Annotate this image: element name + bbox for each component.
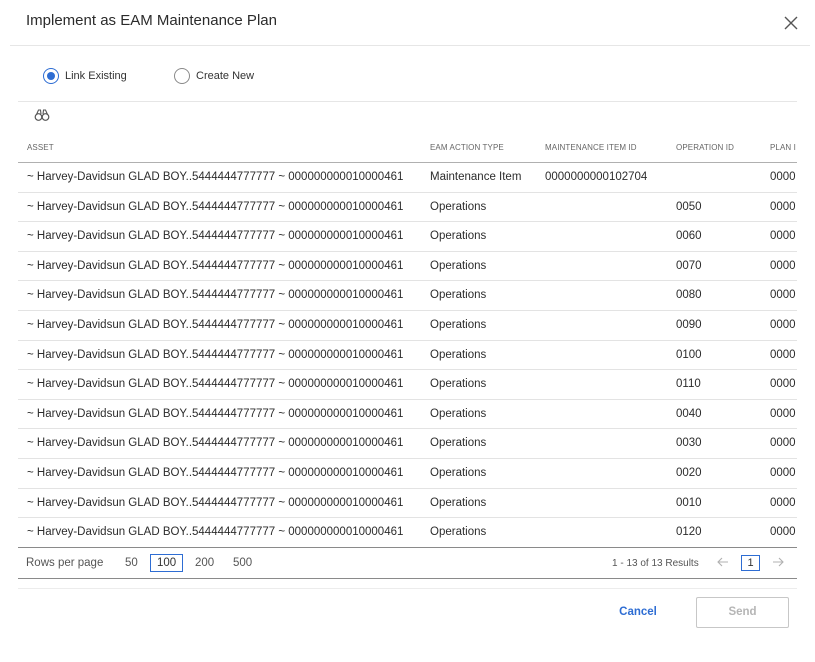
binoculars-icon[interactable]	[34, 108, 50, 122]
column-header-plan[interactable]: PLAN I	[770, 143, 796, 152]
results-count: 1 - 13 of 13 Results	[612, 558, 699, 569]
column-header-operation-id[interactable]: OPERATION ID	[676, 143, 734, 152]
table-row[interactable]: ~ Harvey-Davidsun GLAD BOY..544444477777…	[18, 459, 797, 489]
column-header-asset[interactable]: ASSET	[27, 143, 54, 152]
send-button[interactable]: Send	[696, 597, 789, 628]
cell-plan: 0000	[770, 496, 796, 509]
cell-plan: 0000	[770, 259, 796, 272]
cell-asset: ~ Harvey-Davidsun GLAD BOY..544444477777…	[27, 466, 404, 479]
cell-plan: 0000	[770, 348, 796, 361]
dialog-title: Implement as EAM Maintenance Plan	[26, 12, 277, 29]
table-row[interactable]: ~ Harvey-Davidsun GLAD BOY..544444477777…	[18, 400, 797, 430]
cell-action-type: Operations	[430, 318, 487, 331]
cell-plan: 0000	[770, 230, 796, 243]
implement-dialog: Implement as EAM Maintenance Plan Link E…	[0, 0, 815, 662]
table-row[interactable]: ~ Harvey-Davidsun GLAD BOY..544444477777…	[18, 193, 797, 223]
cell-plan: 0000	[770, 466, 796, 479]
table-row[interactable]: ~ Harvey-Davidsun GLAD BOY..544444477777…	[18, 252, 797, 282]
arrow-left-icon[interactable]	[716, 555, 730, 569]
current-page-box[interactable]: 1	[741, 555, 760, 571]
cell-maintenance-item-id: 0000000000102704	[545, 171, 648, 183]
cell-asset: ~ Harvey-Davidsun GLAD BOY..544444477777…	[27, 171, 404, 183]
table-header: ASSET EAM ACTION TYPE MAINTENANCE ITEM I…	[18, 134, 797, 163]
cell-action-type: Operations	[430, 378, 487, 391]
cell-action-type: Operations	[430, 230, 487, 243]
cell-asset: ~ Harvey-Davidsun GLAD BOY..544444477777…	[27, 259, 404, 272]
table-row[interactable]: ~ Harvey-Davidsun GLAD BOY..544444477777…	[18, 341, 797, 371]
cell-asset: ~ Harvey-Davidsun GLAD BOY..544444477777…	[27, 407, 404, 420]
cell-asset: ~ Harvey-Davidsun GLAD BOY..544444477777…	[27, 348, 404, 361]
cell-asset: ~ Harvey-Davidsun GLAD BOY..544444477777…	[27, 230, 404, 243]
cell-asset: ~ Harvey-Davidsun GLAD BOY..544444477777…	[27, 378, 404, 391]
cell-operation-id: 0030	[676, 437, 702, 450]
mode-radio-group: Link Existing Create New	[18, 46, 797, 102]
close-icon[interactable]	[782, 14, 800, 32]
radio-circle-checked[interactable]	[43, 68, 59, 84]
cell-plan: 0000	[770, 289, 796, 302]
table-row[interactable]: ~ Harvey-Davidsun GLAD BOY..544444477777…	[18, 370, 797, 400]
cell-action-type: Operations	[430, 289, 487, 302]
arrow-right-icon[interactable]	[771, 555, 785, 569]
cell-operation-id: 0120	[676, 526, 702, 539]
cell-asset: ~ Harvey-Davidsun GLAD BOY..544444477777…	[27, 496, 404, 509]
radio-circle[interactable]	[174, 68, 190, 84]
cell-operation-id: 0010	[676, 496, 702, 509]
column-header-maintenance-item-id[interactable]: MAINTENANCE ITEM ID	[545, 143, 637, 152]
page-size-500[interactable]: 500	[233, 557, 252, 569]
link-existing-radio[interactable]: Link Existing	[43, 66, 127, 86]
cell-asset: ~ Harvey-Davidsun GLAD BOY..544444477777…	[27, 200, 404, 213]
cell-asset: ~ Harvey-Davidsun GLAD BOY..544444477777…	[27, 289, 404, 302]
cell-plan: 0000	[770, 318, 796, 331]
cell-action-type: Operations	[430, 407, 487, 420]
column-header-eam-action-type[interactable]: EAM ACTION TYPE	[430, 143, 504, 152]
table-row[interactable]: ~ Harvey-Davidsun GLAD BOY..544444477777…	[18, 311, 797, 341]
cell-operation-id: 0090	[676, 318, 702, 331]
cell-plan: 0000	[770, 378, 796, 391]
cell-action-type: Operations	[430, 348, 487, 361]
page-size-50[interactable]: 50	[125, 557, 138, 569]
cell-operation-id: 0050	[676, 200, 702, 213]
cell-action-type: Maintenance Item	[430, 171, 522, 183]
table-row[interactable]: ~ Harvey-Davidsun GLAD BOY..544444477777…	[18, 518, 797, 548]
cell-action-type: Operations	[430, 259, 487, 272]
cell-operation-id: 0110	[676, 378, 701, 391]
cell-asset: ~ Harvey-Davidsun GLAD BOY..544444477777…	[27, 437, 404, 450]
cell-plan: 0000	[770, 437, 796, 450]
table-row[interactable]: ~ Harvey-Davidsun GLAD BOY..544444477777…	[18, 281, 797, 311]
create-new-label: Create New	[196, 70, 255, 82]
cell-operation-id: 0020	[676, 466, 702, 479]
cell-action-type: Operations	[430, 466, 487, 479]
cell-plan: 0000	[770, 526, 796, 539]
cell-action-type: Operations	[430, 496, 487, 509]
create-new-radio[interactable]: Create New	[174, 66, 254, 86]
cell-plan: 0000	[770, 171, 796, 183]
cell-asset: ~ Harvey-Davidsun GLAD BOY..544444477777…	[27, 526, 404, 539]
table-row[interactable]: ~ Harvey-Davidsun GLAD BOY..544444477777…	[18, 489, 797, 519]
cell-action-type: Operations	[430, 200, 487, 213]
cell-operation-id: 0100	[676, 348, 702, 361]
cell-plan: 0000	[770, 407, 796, 420]
cell-operation-id: 0040	[676, 407, 702, 420]
footer-divider	[18, 588, 797, 589]
cancel-button[interactable]: Cancel	[608, 598, 668, 626]
cell-operation-id: 0070	[676, 259, 702, 272]
cell-asset: ~ Harvey-Davidsun GLAD BOY..544444477777…	[27, 318, 404, 331]
link-existing-label: Link Existing	[65, 70, 127, 82]
cell-operation-id: 0080	[676, 289, 702, 302]
cell-action-type: Operations	[430, 526, 487, 539]
table-row[interactable]: ~ Harvey-Davidsun GLAD BOY..544444477777…	[18, 429, 797, 459]
rows-per-page-label: Rows per page	[26, 557, 104, 569]
results-table: ASSET EAM ACTION TYPE MAINTENANCE ITEM I…	[18, 134, 797, 548]
page-size-100[interactable]: 100	[150, 554, 184, 572]
page-size-200[interactable]: 200	[195, 557, 214, 569]
dialog-header: Implement as EAM Maintenance Plan	[10, 0, 810, 46]
cell-plan: 0000	[770, 200, 796, 213]
table-row[interactable]: ~ Harvey-Davidsun GLAD BOY..544444477777…	[18, 222, 797, 252]
cell-operation-id: 0060	[676, 230, 702, 243]
table-row[interactable]: ~ Harvey-Davidsun GLAD BOY..544444477777…	[18, 163, 797, 193]
cell-action-type: Operations	[430, 437, 487, 450]
pagination-bar: Rows per page 50 100 200 500 1 - 13 of 1…	[18, 548, 797, 579]
